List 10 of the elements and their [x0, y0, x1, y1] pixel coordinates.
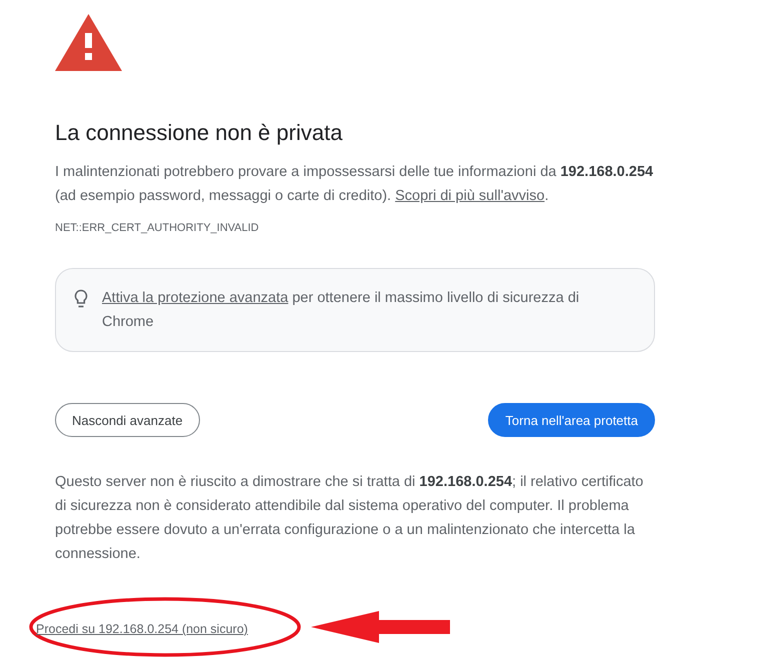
hide-advanced-button[interactable]: Nascondi avanzate	[55, 403, 200, 437]
enhanced-protection-link[interactable]: Attiva la protezione avanzata	[102, 290, 288, 306]
learn-more-link[interactable]: Scopri di più sull'avviso	[395, 188, 545, 204]
protection-text: Attiva la protezione avanzata per ottenere il massimo livello di sicurezza di Chrome	[102, 289, 580, 332]
details-text: Questo server non è riuscito a dimostrare che si tratta di 192.168.0.254; il relativo certificato di sicurezza non è considerato attendibile dal sistema operativo del computer. Il problema potrebbe essere dovuto a un'errata configurazione o a un malintenzionato che intercetta la connessione.	[55, 473, 644, 564]
error-code: NET::ERR_CERT_AUTHORITY_INVALID	[55, 222, 260, 234]
back-to-safety-button[interactable]: Torna nell'area protetta	[488, 403, 655, 437]
warning-text: I malintenzionati potrebbero provare a impossessarsi delle tue informazioni da 192.168.0.254 (ad esempio password, messaggi o carte di credito). Scopri di più sull'avviso.	[55, 163, 654, 206]
proceed-link[interactable]: Procedi su 192.168.0.254 (non sicuro)	[36, 622, 248, 636]
page-title: La connessione non è privata	[55, 119, 344, 147]
